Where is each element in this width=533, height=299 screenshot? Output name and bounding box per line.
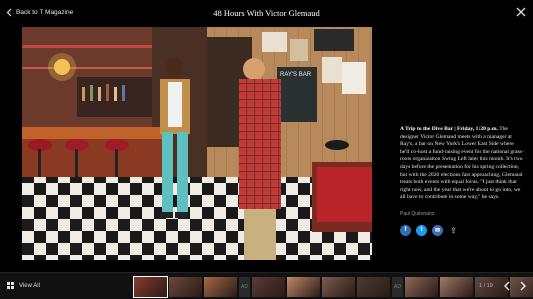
slide-thumbnail[interactable] <box>357 277 390 297</box>
slide-thumbnail[interactable] <box>133 276 168 298</box>
grid-icon <box>7 282 14 289</box>
slide-thumbnail[interactable] <box>287 277 320 297</box>
view-all-button[interactable]: View All <box>7 282 40 289</box>
slide-photo: RAY'S BAR <box>22 27 372 260</box>
caption-lead: A Trip to the Dive Bar | Friday, 1:20 p.… <box>400 126 498 132</box>
ad-slot: AD <box>392 277 403 297</box>
caption-text: A Trip to the Dive Bar | Friday, 1:20 p.… <box>400 126 524 202</box>
slide-thumbnail[interactable] <box>169 277 202 297</box>
twitter-share-button[interactable]: t <box>416 224 427 236</box>
slide-thumbnail[interactable] <box>252 277 285 297</box>
next-slide-icon[interactable] <box>517 280 529 292</box>
thumbnail-strip: AD AD <box>133 276 533 298</box>
filmstrip-bar: View All AD AD 1 / 19 <box>0 272 533 299</box>
email-share-button[interactable]: ✉ <box>432 224 443 236</box>
photo-credit: Paul Quitoriano <box>400 210 435 217</box>
slide-thumbnail[interactable] <box>405 277 438 297</box>
facebook-share-button[interactable]: f <box>400 224 411 236</box>
bar-scene-image: RAY'S BAR <box>22 27 372 260</box>
more-share-button[interactable]: ⇪ <box>448 225 459 236</box>
caption-body: The designer Victor Glemaud meets with a… <box>400 126 524 201</box>
chalkboard-sign: RAY'S BAR <box>280 72 312 78</box>
view-all-label: View All <box>19 282 40 289</box>
ad-slot: AD <box>239 277 250 297</box>
slide-thumbnail[interactable] <box>322 277 355 297</box>
share-tools: f t ✉ ⇪ <box>400 224 524 236</box>
slideshow-title: 48 Hours With Victor Glemaud <box>213 8 320 18</box>
close-icon[interactable] <box>515 6 527 18</box>
slide-counter: 1 / 19 <box>479 283 493 289</box>
caption-panel: A Trip to the Dive Bar | Friday, 1:20 p.… <box>400 126 524 236</box>
top-bar: Back to T Magazine 48 Hours With Victor … <box>0 0 533 26</box>
slide-thumbnail[interactable] <box>440 277 473 297</box>
previous-slide-icon[interactable] <box>501 280 513 292</box>
slide-thumbnail[interactable] <box>204 277 237 297</box>
